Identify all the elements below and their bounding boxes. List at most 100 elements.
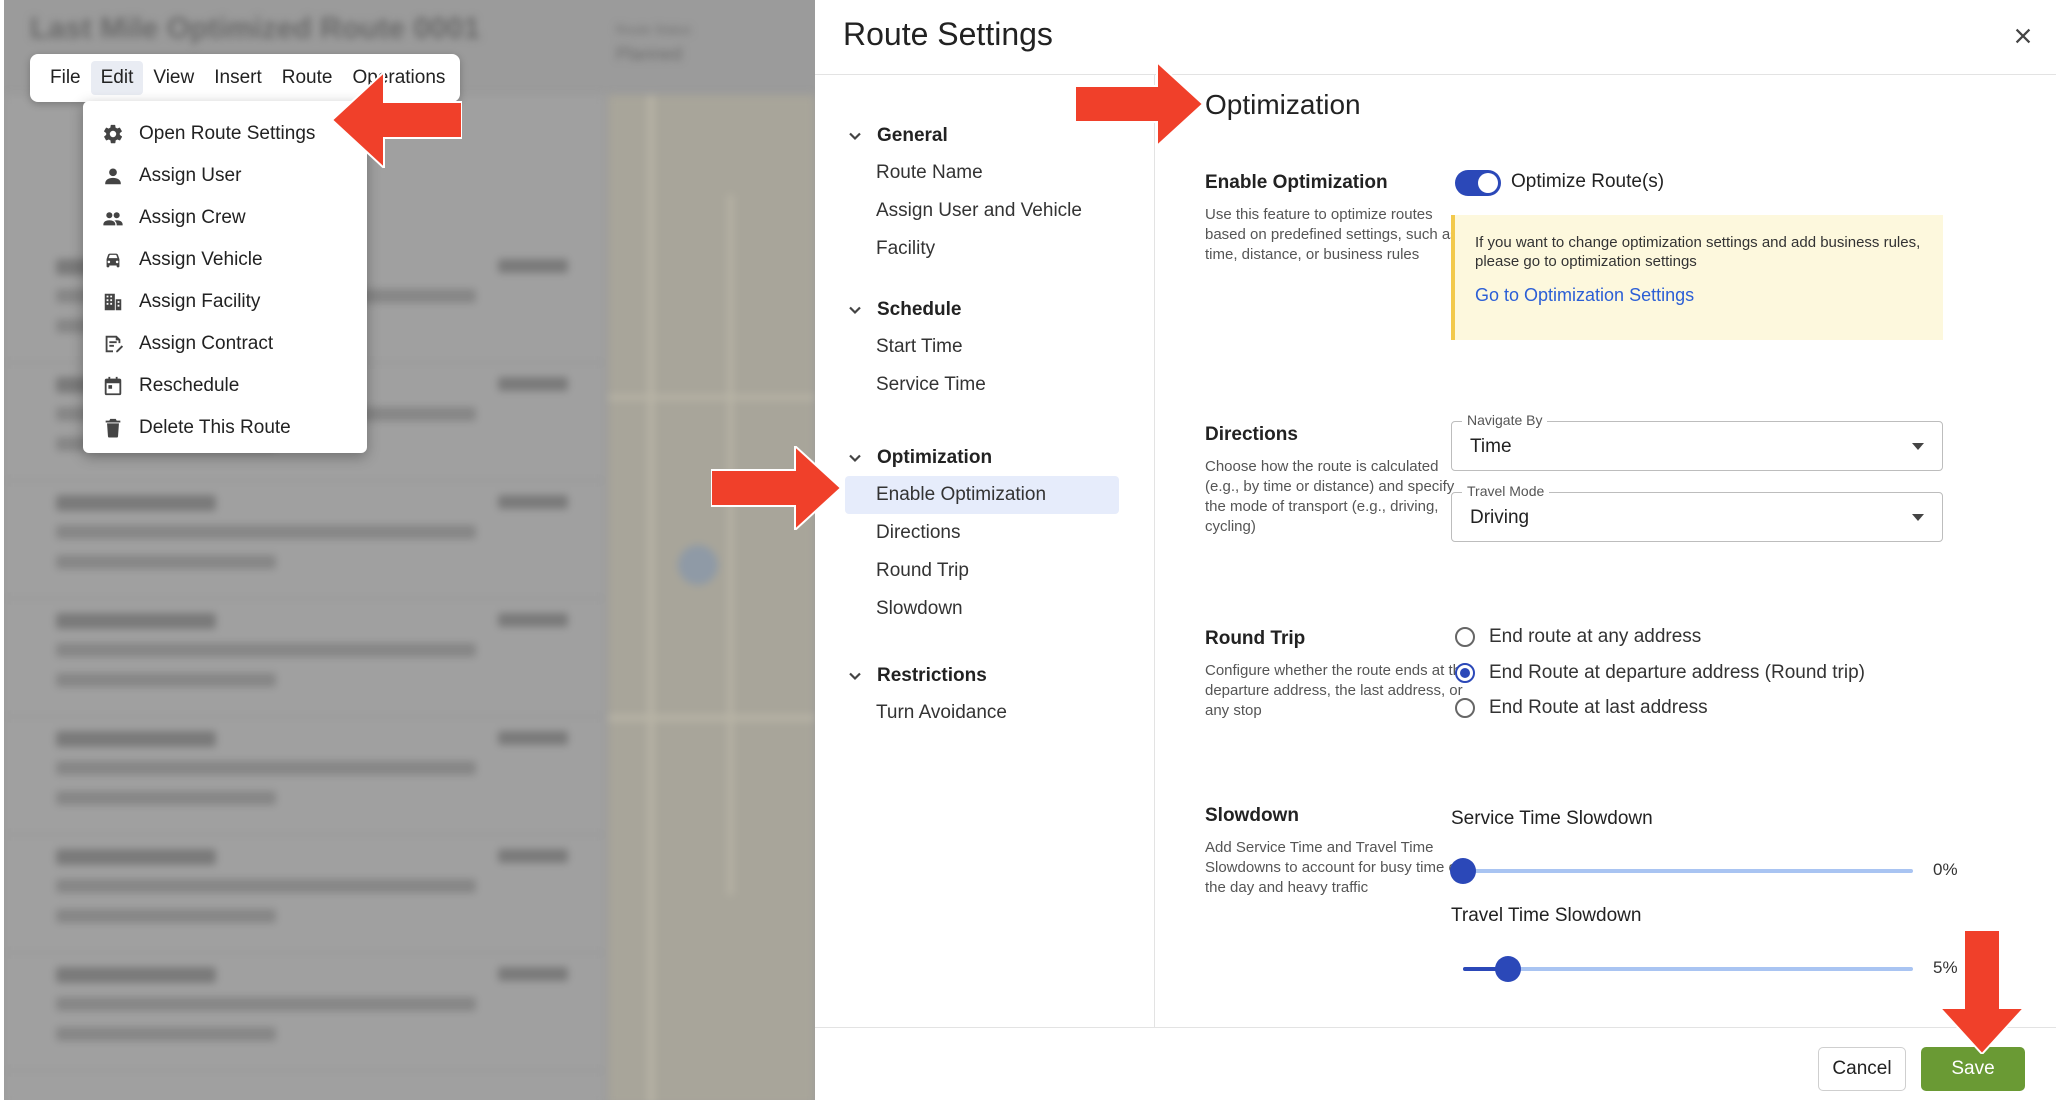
radio-option-departure-address[interactable]: End Route at departure address (Round tr… [1455, 662, 1865, 684]
slider-thumb[interactable] [1495, 956, 1521, 982]
nav-item-turn-avoidance[interactable]: Turn Avoidance [845, 694, 1135, 732]
menu-item-assign-facility[interactable]: Assign Facility [83, 281, 367, 323]
nav-group-header-schedule[interactable]: Schedule [845, 292, 1135, 328]
menu-item-reschedule[interactable]: Reschedule [83, 365, 367, 407]
menu-tab-insert[interactable]: Insert [204, 61, 272, 95]
service-time-slowdown-value: 0% [1933, 860, 1958, 879]
settings-nav: General Route Name Assign User and Vehic… [845, 118, 1135, 756]
radio-button [1455, 698, 1475, 718]
background-route-title: Last Mile Optimized Route 0001 [30, 12, 481, 45]
annotation-arrow-right [1075, 62, 1203, 146]
enable-optimization-description: Use this feature to optimize routes base… [1205, 206, 1458, 263]
caret-down-icon [1912, 514, 1924, 521]
nav-item-route-name[interactable]: Route Name [845, 154, 1135, 192]
slowdown-description: Add Service Time and Travel Time Slowdow… [1205, 839, 1461, 896]
menu-item-assign-vehicle[interactable]: Assign Vehicle [83, 239, 367, 281]
radio-label: End route at any address [1489, 626, 1702, 647]
service-time-slowdown-label: Service Time Slowdown [1451, 808, 1653, 829]
nav-group-label: Optimization [877, 447, 993, 468]
radio-button-checked [1455, 663, 1475, 683]
enable-optimization-title: Enable Optimization [1205, 172, 1388, 193]
travel-time-slowdown-slider[interactable] [1463, 956, 1913, 982]
directions-title: Directions [1205, 424, 1298, 445]
nav-group-header-optimization[interactable]: Optimization [845, 440, 1135, 476]
navigate-by-value: Time [1470, 436, 1512, 457]
nav-item-service-time[interactable]: Service Time [845, 366, 1135, 404]
edit-menu-dropdown: Open Route Settings Assign User Assign C… [83, 101, 367, 453]
background-list-row [4, 953, 604, 1071]
background-list-row [4, 599, 604, 717]
radio-option-any-address[interactable]: End route at any address [1455, 626, 1701, 648]
chevron-down-icon [845, 300, 865, 320]
nav-group-label: Restrictions [877, 665, 987, 686]
nav-item-facility[interactable]: Facility [845, 230, 1135, 268]
slider-thumb[interactable] [1450, 858, 1476, 884]
travel-mode-select[interactable]: Travel Mode Driving [1451, 483, 1943, 542]
menu-tab-view[interactable]: View [143, 61, 204, 95]
menu-item-delete-route[interactable]: Delete This Route [83, 407, 367, 449]
optimize-routes-toggle[interactable] [1455, 170, 1501, 196]
contract-icon [101, 332, 125, 356]
background-list-row [4, 481, 604, 599]
notice-text: If you want to change optimization setti… [1475, 234, 1921, 270]
background-list-row [4, 835, 604, 953]
trash-icon [101, 416, 125, 440]
background-list-row [4, 717, 604, 835]
annotation-arrow-down [1940, 930, 2024, 1054]
menu-item-assign-user[interactable]: Assign User [83, 155, 367, 197]
nav-item-start-time[interactable]: Start Time [845, 328, 1135, 366]
travel-mode-label: Travel Mode [1462, 483, 1550, 499]
menu-tab-file[interactable]: File [40, 61, 91, 95]
nav-item-assign-user-vehicle[interactable]: Assign User and Vehicle [845, 192, 1135, 230]
nav-group-label: General [877, 125, 948, 146]
facility-icon [101, 290, 125, 314]
optimize-routes-label: Optimize Route(s) [1511, 171, 1665, 192]
directions-description: Choose how the route is calculated (e.g.… [1205, 458, 1455, 535]
menu-item-open-route-settings[interactable]: Open Route Settings [83, 113, 367, 155]
route-settings-dialog: Route Settings General Route Name Assign… [815, 0, 2056, 1107]
calendar-icon [101, 374, 125, 398]
menu-item-label: Reschedule [139, 375, 240, 396]
nav-group-restrictions: Restrictions Turn Avoidance [845, 658, 1135, 732]
annotation-arrow-right [711, 446, 841, 530]
menu-item-assign-crew[interactable]: Assign Crew [83, 197, 367, 239]
dialog-title: Route Settings [843, 16, 1053, 52]
menu-tab-edit[interactable]: Edit [90, 61, 144, 95]
nav-item-round-trip[interactable]: Round Trip [845, 552, 1135, 590]
slowdown-title: Slowdown [1205, 805, 1299, 826]
menu-item-label: Assign Crew [139, 207, 246, 228]
menu-item-assign-contract[interactable]: Assign Contract [83, 323, 367, 365]
nav-item-enable-optimization[interactable]: Enable Optimization [845, 476, 1119, 514]
menu-item-label: Assign Contract [139, 333, 274, 354]
crew-icon [101, 206, 125, 230]
nav-item-slowdown[interactable]: Slowdown [845, 590, 1135, 628]
user-icon [101, 164, 125, 188]
vehicle-icon [101, 248, 125, 272]
chevron-down-icon [845, 666, 865, 686]
navigate-by-select[interactable]: Navigate By Time [1451, 412, 1943, 471]
caret-down-icon [1912, 443, 1924, 450]
close-button[interactable] [2005, 18, 2041, 54]
optimization-notice: If you want to change optimization setti… [1451, 215, 1943, 340]
radio-label: End Route at departure address (Round tr… [1489, 662, 1865, 683]
go-to-optimization-settings-link[interactable]: Go to Optimization Settings [1475, 285, 1694, 306]
gear-icon [101, 122, 125, 146]
cancel-button[interactable]: Cancel [1818, 1047, 1906, 1091]
close-icon [2015, 28, 2031, 44]
menu-item-label: Assign User [139, 165, 242, 186]
round-trip-description: Configure whether the route ends at the … [1205, 662, 1470, 719]
nav-item-directions[interactable]: Directions [845, 514, 1135, 552]
radio-button [1455, 627, 1475, 647]
toggle-knob [1478, 173, 1498, 193]
background-status-label: Route Status [616, 22, 692, 37]
menu-item-label: Assign Vehicle [139, 249, 263, 270]
nav-group-optimization: Optimization Enable Optimization Directi… [845, 440, 1135, 628]
settings-content: Optimization Enable Optimization Use thi… [1155, 75, 2055, 1027]
nav-group-label: Schedule [877, 299, 962, 320]
nav-group-header-restrictions[interactable]: Restrictions [845, 658, 1135, 694]
radio-option-last-address[interactable]: End Route at last address [1455, 697, 1708, 719]
service-time-slowdown-slider[interactable] [1450, 858, 1913, 884]
travel-time-slowdown-label: Travel Time Slowdown [1451, 905, 1642, 926]
navigate-by-label: Navigate By [1462, 412, 1548, 428]
nav-group-schedule: Schedule Start Time Service Time [845, 292, 1135, 404]
